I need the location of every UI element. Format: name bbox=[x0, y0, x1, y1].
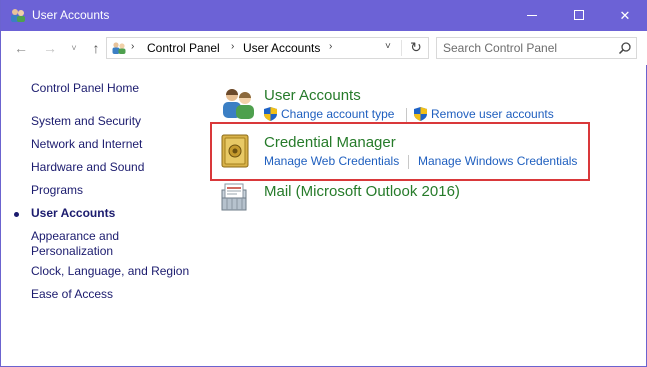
shield-icon bbox=[414, 107, 427, 121]
link-divider bbox=[406, 108, 407, 122]
sidebar-item-ease-of-access[interactable]: Ease of Access bbox=[31, 287, 113, 301]
sidebar-item-network-internet[interactable]: Network and Internet bbox=[31, 137, 142, 151]
breadcrumb-separator[interactable]: › bbox=[231, 41, 234, 52]
address-dropdown-icon[interactable]: ˅ bbox=[385, 41, 391, 52]
close-button[interactable]: ✕ bbox=[602, 0, 647, 31]
breadcrumb-control-panel[interactable]: Control Panel bbox=[147, 41, 220, 55]
search-icon[interactable] bbox=[618, 41, 632, 55]
minimize-button[interactable] bbox=[509, 0, 555, 31]
sidebar-item-hardware-sound[interactable]: Hardware and Sound bbox=[31, 160, 144, 174]
chevron-down-icon: ˅ bbox=[71, 43, 77, 53]
control-panel-icon bbox=[112, 42, 126, 54]
close-icon: ✕ bbox=[619, 8, 631, 23]
arrow-right-icon: → bbox=[43, 40, 57, 56]
mail-icon[interactable] bbox=[219, 180, 253, 214]
address-divider bbox=[401, 40, 402, 56]
breadcrumb-user-accounts[interactable]: User Accounts bbox=[243, 41, 320, 55]
sidebar-item-clock-language-region[interactable]: Clock, Language, and Region bbox=[31, 264, 189, 278]
forward-button[interactable]: → bbox=[41, 39, 59, 57]
sidebar-item-system-security[interactable]: System and Security bbox=[31, 114, 141, 128]
remove-user-accounts-link[interactable]: Remove user accounts bbox=[431, 107, 554, 121]
up-button[interactable]: ↑ bbox=[87, 39, 105, 57]
sidebar: Control Panel Home System and Security N… bbox=[1, 65, 201, 365]
title-bar[interactable]: User Accounts ✕ bbox=[1, 0, 647, 31]
sidebar-item-appearance-personalization[interactable]: Appearance and Personalization bbox=[31, 229, 119, 259]
highlight-box bbox=[210, 122, 590, 181]
current-item-bullet bbox=[14, 212, 19, 217]
maximize-button[interactable] bbox=[556, 0, 602, 31]
arrow-left-icon: ← bbox=[14, 40, 28, 56]
sidebar-item-control-panel-home[interactable]: Control Panel Home bbox=[31, 81, 139, 95]
refresh-icon[interactable]: ↻ bbox=[406, 39, 426, 56]
category-mail[interactable]: Mail (Microsoft Outlook 2016) bbox=[264, 183, 460, 200]
shield-icon bbox=[264, 107, 277, 121]
minimize-icon bbox=[527, 15, 537, 16]
users-icon bbox=[11, 9, 25, 22]
users-icon[interactable] bbox=[219, 86, 257, 120]
address-bar[interactable]: › Control Panel › User Accounts › ˅ ↻ bbox=[106, 37, 429, 59]
change-account-type-link[interactable]: Change account type bbox=[281, 107, 394, 121]
breadcrumb-separator[interactable]: › bbox=[131, 41, 134, 52]
recent-locations-button[interactable]: ˅ bbox=[65, 39, 83, 57]
search-input[interactable] bbox=[443, 41, 613, 55]
breadcrumb-separator[interactable]: › bbox=[329, 41, 332, 52]
category-user-accounts[interactable]: User Accounts bbox=[264, 87, 361, 104]
window-title: User Accounts bbox=[32, 8, 110, 22]
sidebar-item-user-accounts: User Accounts bbox=[31, 206, 116, 220]
back-button[interactable]: ← bbox=[12, 39, 30, 57]
window: User Accounts ✕ ← → ˅ ↑ › Control Panel … bbox=[0, 0, 647, 367]
maximize-icon bbox=[574, 10, 584, 20]
arrow-up-icon: ↑ bbox=[92, 40, 100, 56]
address-row: ← → ˅ ↑ › Control Panel › User Accounts … bbox=[1, 31, 647, 65]
search-box[interactable] bbox=[436, 37, 637, 59]
sidebar-item-programs[interactable]: Programs bbox=[31, 183, 83, 197]
